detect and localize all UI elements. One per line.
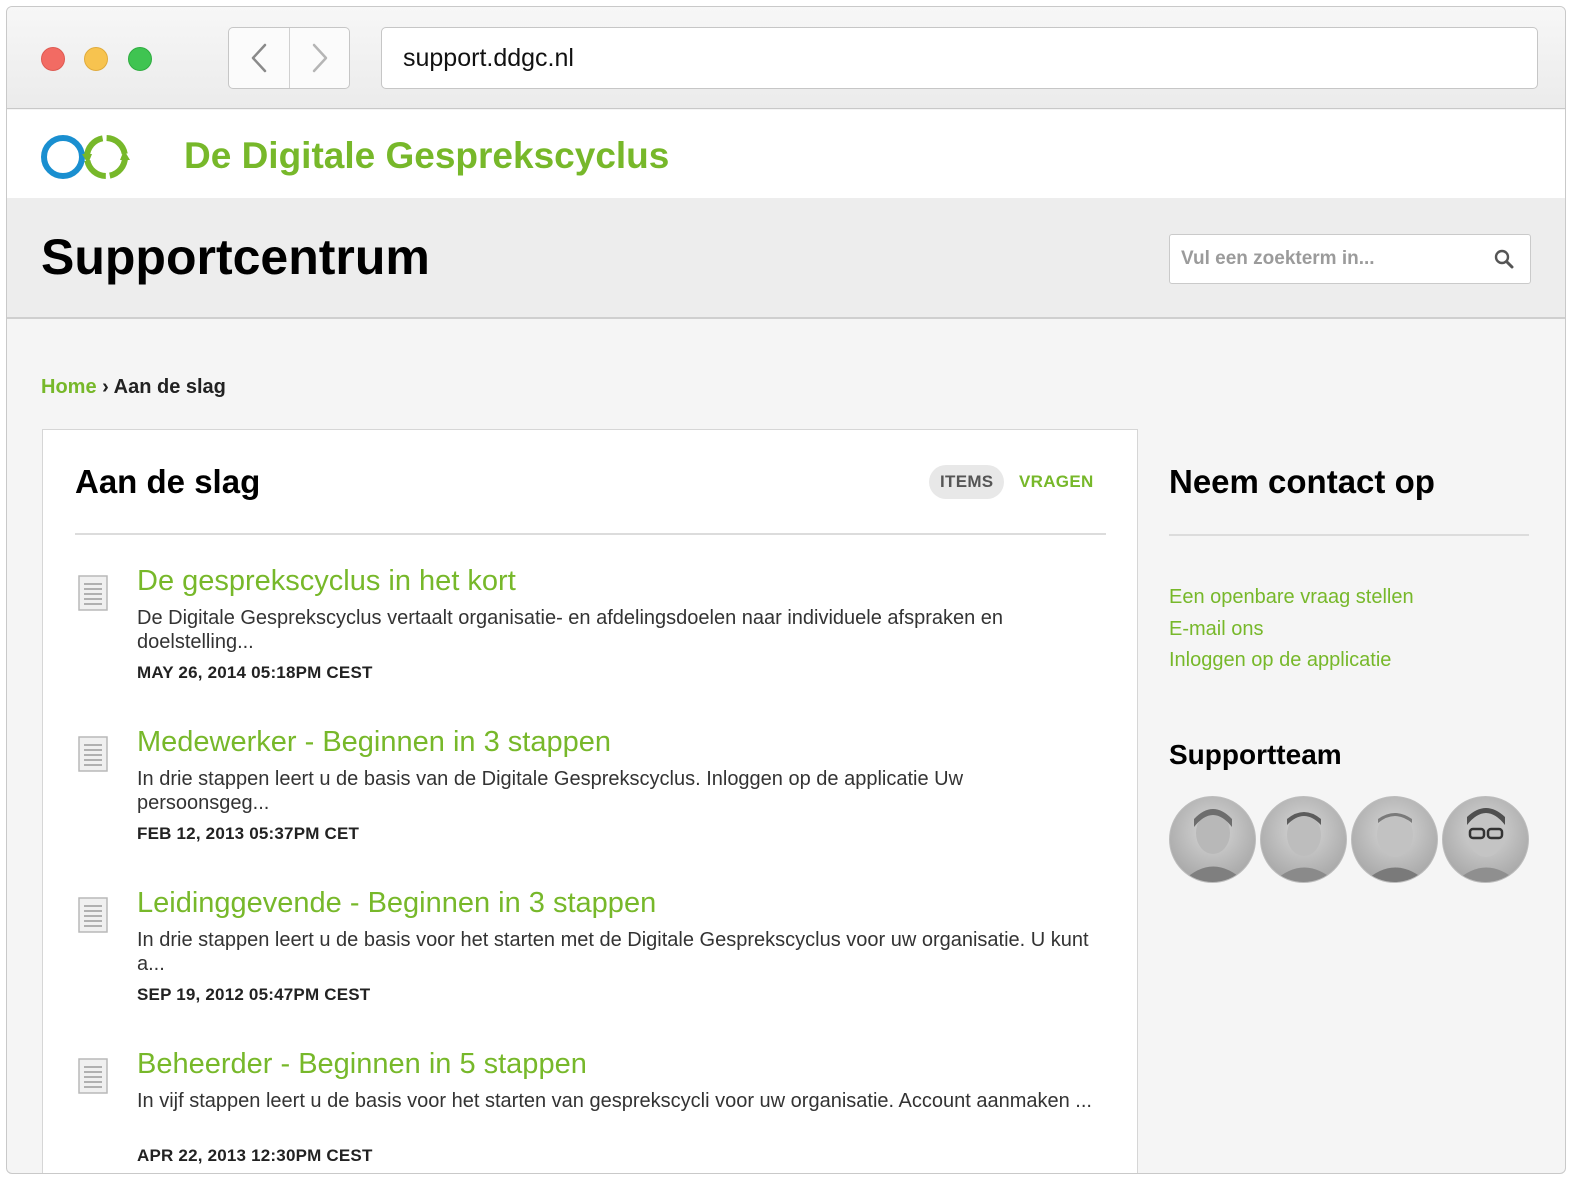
breadcrumb: Home › Aan de slag [41,376,226,399]
article-title-link[interactable]: De gesprekscyclus in het kort [137,565,516,598]
logo-rings-icon[interactable] [40,132,132,182]
avatar [1260,796,1347,883]
article-excerpt: In vijf stappen leert u de basis voor he… [137,1090,1092,1112]
tab-vragen[interactable]: VRAGEN [1019,465,1094,499]
avatar [1442,796,1529,883]
tab-items[interactable]: ITEMS [929,465,1005,499]
page-title: Supportcentrum [41,229,430,285]
article-excerpt: In drie stappen leert u de basis van de … [137,768,964,814]
address-bar[interactable]: support.ddgc.nl [381,27,1538,89]
site-brand-name[interactable]: De Digitale Gesprekscyclus [184,135,669,177]
avatar [1169,796,1256,883]
email-us-link[interactable]: E-mail ons [1169,614,1414,646]
address-url: support.ddgc.nl [403,43,574,72]
divider [1169,534,1529,536]
avatar [1351,796,1438,883]
chevron-left-icon [251,43,267,73]
browser-window: support.ddgc.nl De Digitale Gesprekscycl… [6,6,1566,1174]
document-icon [78,736,108,772]
support-team-avatars [1169,796,1529,883]
articles-card: Aan de slag ITEMS VRAGEN De gesprekscycl… [42,429,1138,1173]
article-date: FEB 12, 2013 05:37PM CET [137,824,360,843]
person-icon [1364,813,1427,882]
contact-title: Neem contact op [1169,463,1435,500]
breadcrumb-separator: › [102,376,109,398]
forward-button[interactable] [289,28,349,88]
chevron-right-icon [312,43,327,73]
breadcrumb-home-link[interactable]: Home [41,376,97,398]
site-header: De Digitale Gesprekscyclus [7,110,1565,198]
hero-band: Supportcentrum [7,198,1565,319]
login-application-link[interactable]: Inloggen op de applicatie [1169,645,1414,677]
document-icon [78,575,108,611]
history-nav [228,27,350,89]
divider [75,533,1106,535]
article-title-link[interactable]: Medewerker - Beginnen in 3 stappen [137,726,611,759]
back-button[interactable] [229,28,289,88]
person-icon [1273,812,1336,882]
document-icon [78,1058,108,1094]
search-box [1169,234,1531,284]
article-date: APR 22, 2013 12:30PM CEST [137,1146,373,1165]
minimize-window-button[interactable] [84,47,108,71]
article-date: MAY 26, 2014 05:18PM CEST [137,663,373,682]
zoom-window-button[interactable] [128,47,152,71]
close-window-button[interactable] [41,47,65,71]
article-excerpt: In drie stappen leert u de basis voor he… [137,929,1089,975]
support-team-title: Supportteam [1169,739,1342,770]
browser-toolbar: support.ddgc.nl [7,7,1565,109]
person-icon [1455,808,1518,882]
breadcrumb-current: Aan de slag [113,376,226,398]
article-title-link[interactable]: Leidinggevende - Beginnen in 3 stappen [137,887,656,920]
document-icon [78,897,108,933]
article-excerpt: De Digitale Gesprekscyclus vertaalt orga… [137,607,1004,653]
search-input[interactable] [1171,236,1471,282]
ask-public-question-link[interactable]: Een openbare vraag stellen [1169,582,1414,614]
search-icon[interactable] [1494,249,1514,269]
section-title: Aan de slag [75,463,261,500]
article-title-link[interactable]: Beheerder - Beginnen in 5 stappen [137,1048,587,1081]
contact-links: Een openbare vraag stellen E-mail ons In… [1169,582,1414,677]
article-date: SEP 19, 2012 05:47PM CEST [137,985,371,1004]
person-icon [1182,809,1245,882]
